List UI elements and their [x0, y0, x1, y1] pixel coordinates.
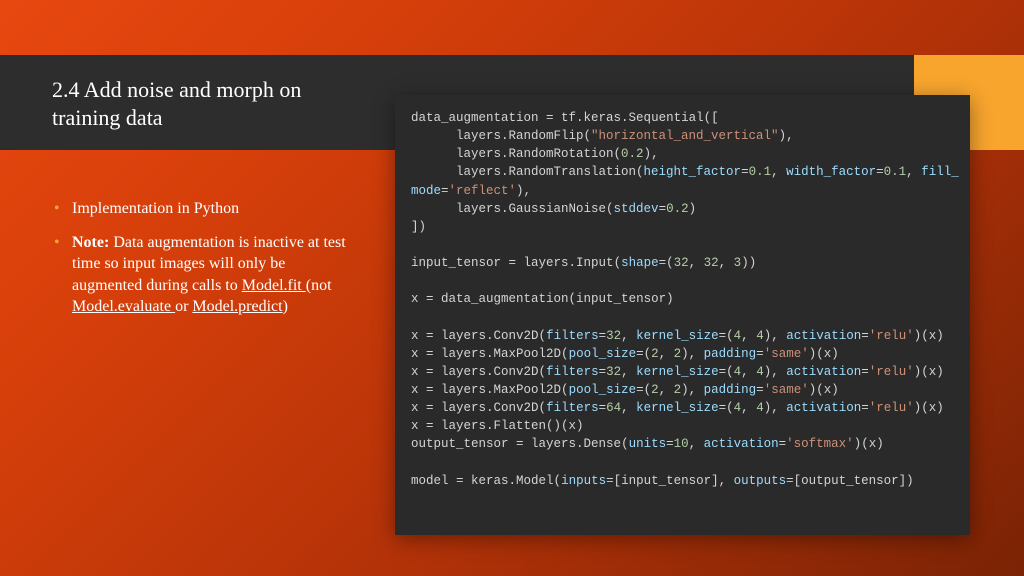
note-text-4: ): [283, 298, 288, 315]
slide-title: 2.4 Add noise and morph on training data: [52, 76, 342, 131]
link-model-evaluate[interactable]: Model.evaluate: [72, 298, 175, 315]
bullet-item-1: Implementation in Python: [52, 198, 352, 220]
link-model-fit[interactable]: Model.fit: [242, 277, 306, 294]
note-text-2: (not: [306, 277, 332, 294]
link-model-predict[interactable]: Model.predict: [192, 298, 282, 315]
note-label: Note:: [72, 234, 109, 251]
code-block: data_augmentation = tf.keras.Sequential(…: [395, 95, 970, 535]
bullet-list: Implementation in Python Note: Data augm…: [52, 198, 352, 330]
note-text-3: or: [175, 298, 192, 315]
bullet-1-text: Implementation in Python: [72, 200, 239, 217]
bullet-item-2: Note: Data augmentation is inactive at t…: [52, 232, 352, 318]
